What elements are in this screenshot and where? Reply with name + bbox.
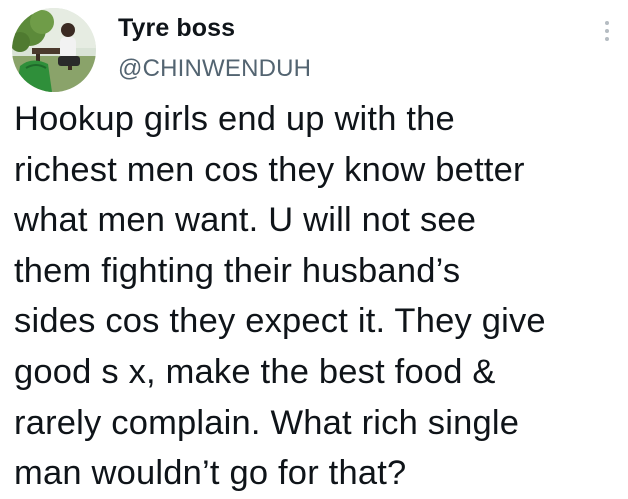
more-options-button[interactable]	[595, 16, 619, 46]
vertical-ellipsis-icon	[605, 21, 609, 25]
tweet-text: Hookup girls end up with the richest men…	[14, 100, 546, 493]
vertical-ellipsis-icon-dot	[605, 37, 609, 41]
tweet-card: Tyre boss @CHINWENDUH Hookup girls end u…	[0, 0, 628, 497]
author-avatar[interactable]	[12, 8, 96, 92]
author-handle[interactable]: @CHINWENDUH	[118, 55, 311, 83]
profile-photo-icon	[12, 8, 96, 92]
author-display-name[interactable]: Tyre boss	[118, 14, 235, 43]
vertical-ellipsis-icon-dot	[605, 29, 609, 33]
